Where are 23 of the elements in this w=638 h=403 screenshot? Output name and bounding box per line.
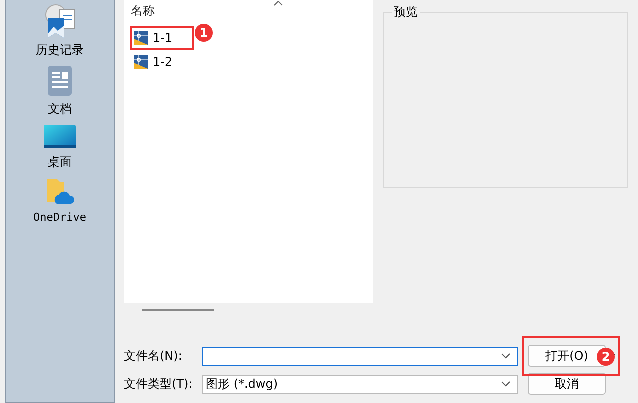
drawing-file-icon bbox=[134, 55, 148, 69]
place-label[interactable]: 文档 bbox=[48, 101, 72, 118]
file-type-dropdown[interactable]: 图形 (*.dwg) bbox=[202, 374, 518, 394]
scrollbar-thumb[interactable] bbox=[142, 309, 214, 311]
file-name-label: 文件名(N): bbox=[124, 348, 184, 364]
cancel-button[interactable]: 取消 bbox=[528, 373, 606, 395]
document-icon[interactable] bbox=[47, 65, 73, 97]
column-header[interactable]: 名称 bbox=[131, 3, 373, 20]
sort-caret-icon bbox=[274, 1, 283, 6]
file-type-label: 文件类型(T): bbox=[124, 376, 194, 392]
place-label[interactable]: 历史记录 bbox=[36, 42, 84, 59]
place-label[interactable]: 桌面 bbox=[48, 154, 72, 171]
file-item[interactable]: 1-2 bbox=[130, 50, 194, 74]
preview-title: 预览 bbox=[392, 4, 420, 21]
cloud-folder-icon[interactable] bbox=[44, 177, 75, 207]
desktop-icon[interactable] bbox=[43, 124, 77, 150]
place-label[interactable]: OneDrive bbox=[34, 211, 86, 224]
file-name-field[interactable] bbox=[202, 346, 518, 366]
file-item[interactable]: 1-1 bbox=[130, 26, 194, 50]
step-badge: 2 bbox=[597, 348, 615, 366]
drawing-file-icon bbox=[134, 31, 148, 45]
dropdown-chevron-icon[interactable] bbox=[501, 353, 511, 359]
dropdown-chevron-icon[interactable] bbox=[501, 381, 511, 387]
